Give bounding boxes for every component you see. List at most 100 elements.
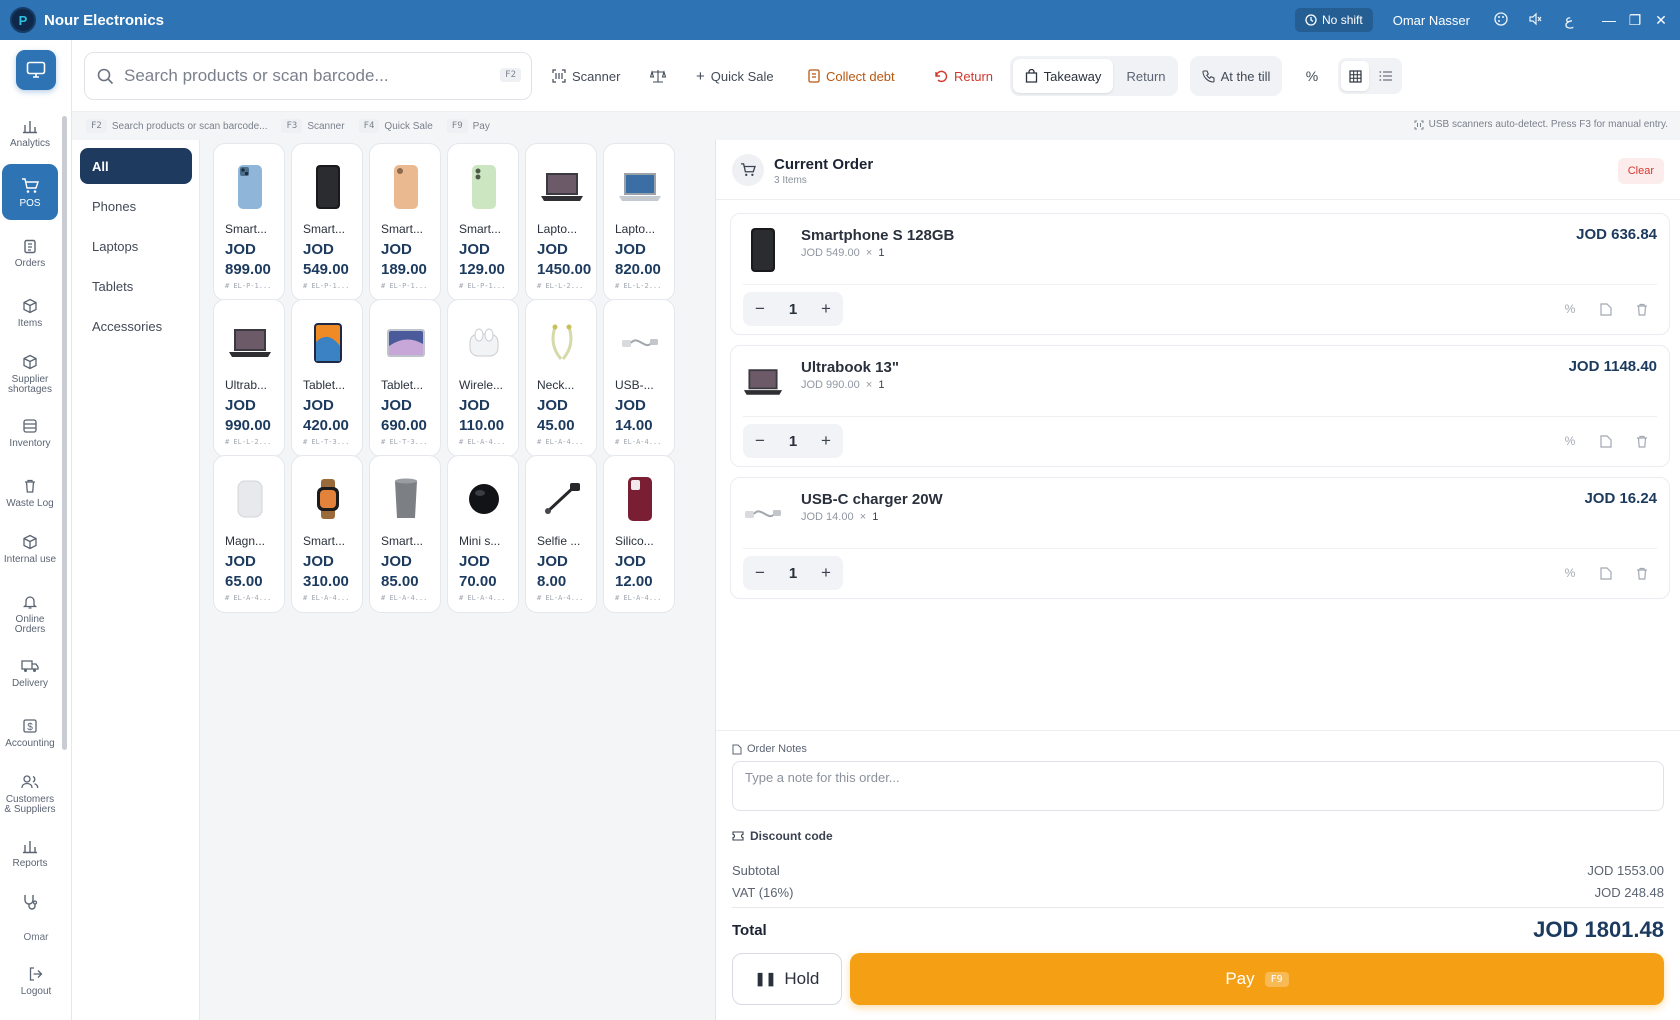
nav-item-delivery[interactable]: Delivery [2,656,58,689]
product-card[interactable]: Smart... JOD 85.00 # EL-A-4... [369,455,441,613]
search-input[interactable] [124,66,484,86]
decrease-quantity-button[interactable]: − [743,292,777,326]
category-phones[interactable]: Phones [80,188,192,224]
category-all[interactable]: All [80,148,192,184]
hold-button[interactable]: ❚❚ Hold [732,953,842,1005]
grid-view-button[interactable] [1341,61,1369,91]
minimize-icon[interactable]: — [1596,12,1622,28]
quick-sale-button[interactable]: + Quick Sale [688,58,782,94]
view-mode-toggle [1338,58,1402,94]
item-delete-icon[interactable] [1633,432,1651,450]
shift-status-badge[interactable]: No shift [1295,8,1373,32]
product-card[interactable]: Smart... JOD 549.00 # EL-P-1... [291,143,363,301]
nav-item-health[interactable] [2,892,58,915]
product-card[interactable]: Smart... JOD 129.00 # EL-P-1... [447,143,519,301]
bar-chart-icon [20,836,40,856]
product-sku: # EL-L-2... [615,282,662,290]
product-card[interactable]: Ultrab... JOD 990.00 # EL-L-2... [213,299,285,457]
product-card[interactable]: Smart... JOD 899.00 # EL-P-1... [213,143,285,301]
product-card[interactable]: Silico... JOD 12.00 # EL-A-4... [603,455,675,613]
item-note-icon[interactable] [1597,300,1615,318]
nav-item-orders[interactable]: Orders [2,236,58,269]
nav-item-waste-log[interactable]: Waste Log [2,476,58,509]
product-card[interactable]: USB-... JOD 14.00 # EL-A-4... [603,299,675,457]
item-delete-icon[interactable] [1633,300,1651,318]
category-laptops[interactable]: Laptops [80,228,192,264]
logout-button[interactable]: Logout [8,964,64,997]
nav-item-online-orders[interactable]: Online Orders [2,592,58,635]
product-card[interactable]: Tablet... JOD 420.00 # EL-T-3... [291,299,363,457]
pause-icon: ❚❚ [754,971,777,986]
nav-item-accounting[interactable]: $ Accounting [2,716,58,749]
item-discount-icon[interactable]: % [1561,300,1579,318]
item-discount-icon[interactable]: % [1561,432,1579,450]
decrease-quantity-button[interactable]: − [743,424,777,458]
product-card[interactable]: Smart... JOD 189.00 # EL-P-1... [369,143,441,301]
item-discount-icon[interactable]: % [1561,564,1579,582]
nav-item-supplier-shortages[interactable]: Supplier shortages [2,352,58,395]
order-item-unit-price: JOD 549.00 × 1 [801,247,885,259]
nav-scrollbar[interactable] [62,116,67,750]
order-notes-input[interactable] [732,761,1664,811]
discount-code-button[interactable]: Discount code [732,829,833,843]
product-sku: # EL-A-4... [537,594,584,602]
nav-item-internal-use[interactable]: Internal use [2,532,58,565]
mute-icon[interactable] [1518,12,1552,29]
return-button[interactable]: Return [926,58,1001,94]
clear-order-button[interactable]: Clear [1617,158,1664,184]
collect-debt-button[interactable]: Collect debt [800,58,903,94]
quantity-value[interactable]: 1 [777,424,809,458]
product-card[interactable]: Wirele... JOD 110.00 # EL-A-4... [447,299,519,457]
product-card[interactable]: Selfie ... JOD 8.00 # EL-A-4... [525,455,597,613]
product-card[interactable]: Lapto... JOD 820.00 # EL-L-2... [603,143,675,301]
hint-scanner: F3 Scanner [281,119,345,133]
pos-screen-button[interactable] [16,50,56,90]
close-icon[interactable]: ✕ [1648,12,1674,29]
nav-item-reports[interactable]: Reports [2,836,58,869]
product-card[interactable]: Mini s... JOD 70.00 # EL-A-4... [447,455,519,613]
product-name: USB-... [615,378,654,392]
product-card[interactable]: Smart... JOD 310.00 # EL-A-4... [291,455,363,613]
category-accessories[interactable]: Accessories [80,308,192,344]
quantity-value[interactable]: 1 [777,556,809,590]
product-card[interactable]: Neck... JOD 45.00 # EL-A-4... [525,299,597,457]
product-sku: # EL-P-1... [459,282,506,290]
item-delete-icon[interactable] [1633,564,1651,582]
at-the-till-button[interactable]: At the till [1190,56,1282,96]
list-view-button[interactable] [1371,61,1399,91]
increase-quantity-button[interactable]: + [809,424,843,458]
nav-item-customers-suppliers[interactable]: Customers & Suppliers [2,772,58,815]
category-tablets[interactable]: Tablets [80,268,192,304]
order-type-return[interactable]: Return [1116,59,1176,93]
search-box[interactable]: F2 [84,52,532,100]
nav-item-inventory[interactable]: Inventory [2,416,58,449]
current-user-name[interactable]: Omar Nasser [1393,13,1470,28]
product-card[interactable]: Magn... JOD 65.00 # EL-A-4... [213,455,285,613]
product-price: JOD 310.00 [303,553,349,590]
restore-icon[interactable]: ❐ [1622,12,1648,29]
product-card[interactable]: Lapto... JOD 1450.00 # EL-L-2... [525,143,597,301]
order-type-takeaway[interactable]: Takeaway [1013,59,1113,93]
increase-quantity-button[interactable]: + [809,292,843,326]
at-the-till-label: At the till [1220,68,1271,84]
quantity-value[interactable]: 1 [777,292,809,326]
item-note-icon[interactable] [1597,564,1615,582]
product-image [537,314,587,372]
hint-label: Scanner [307,120,345,132]
product-card[interactable]: Tablet... JOD 690.00 # EL-T-3... [369,299,441,457]
item-note-icon[interactable] [1597,432,1615,450]
discount-percent-button[interactable]: % [1294,58,1330,94]
increase-quantity-button[interactable]: + [809,556,843,590]
scanner-hint: USB scanners auto-detect. Press F3 for m… [1414,119,1668,130]
nav-item-analytics[interactable]: Analytics [2,116,58,149]
language-icon[interactable]: ع [1552,11,1586,29]
decrease-quantity-button[interactable]: − [743,556,777,590]
vat-label: VAT (16%) [732,885,794,900]
palette-icon[interactable] [1484,11,1518,29]
scanner-button[interactable]: Scanner [544,58,628,94]
pay-button[interactable]: Pay F9 [850,953,1664,1005]
scale-button[interactable] [642,58,674,94]
nav-item-items[interactable]: Items [2,296,58,329]
nav-item-pos[interactable]: POS [2,164,58,220]
grid-icon [1348,69,1362,83]
